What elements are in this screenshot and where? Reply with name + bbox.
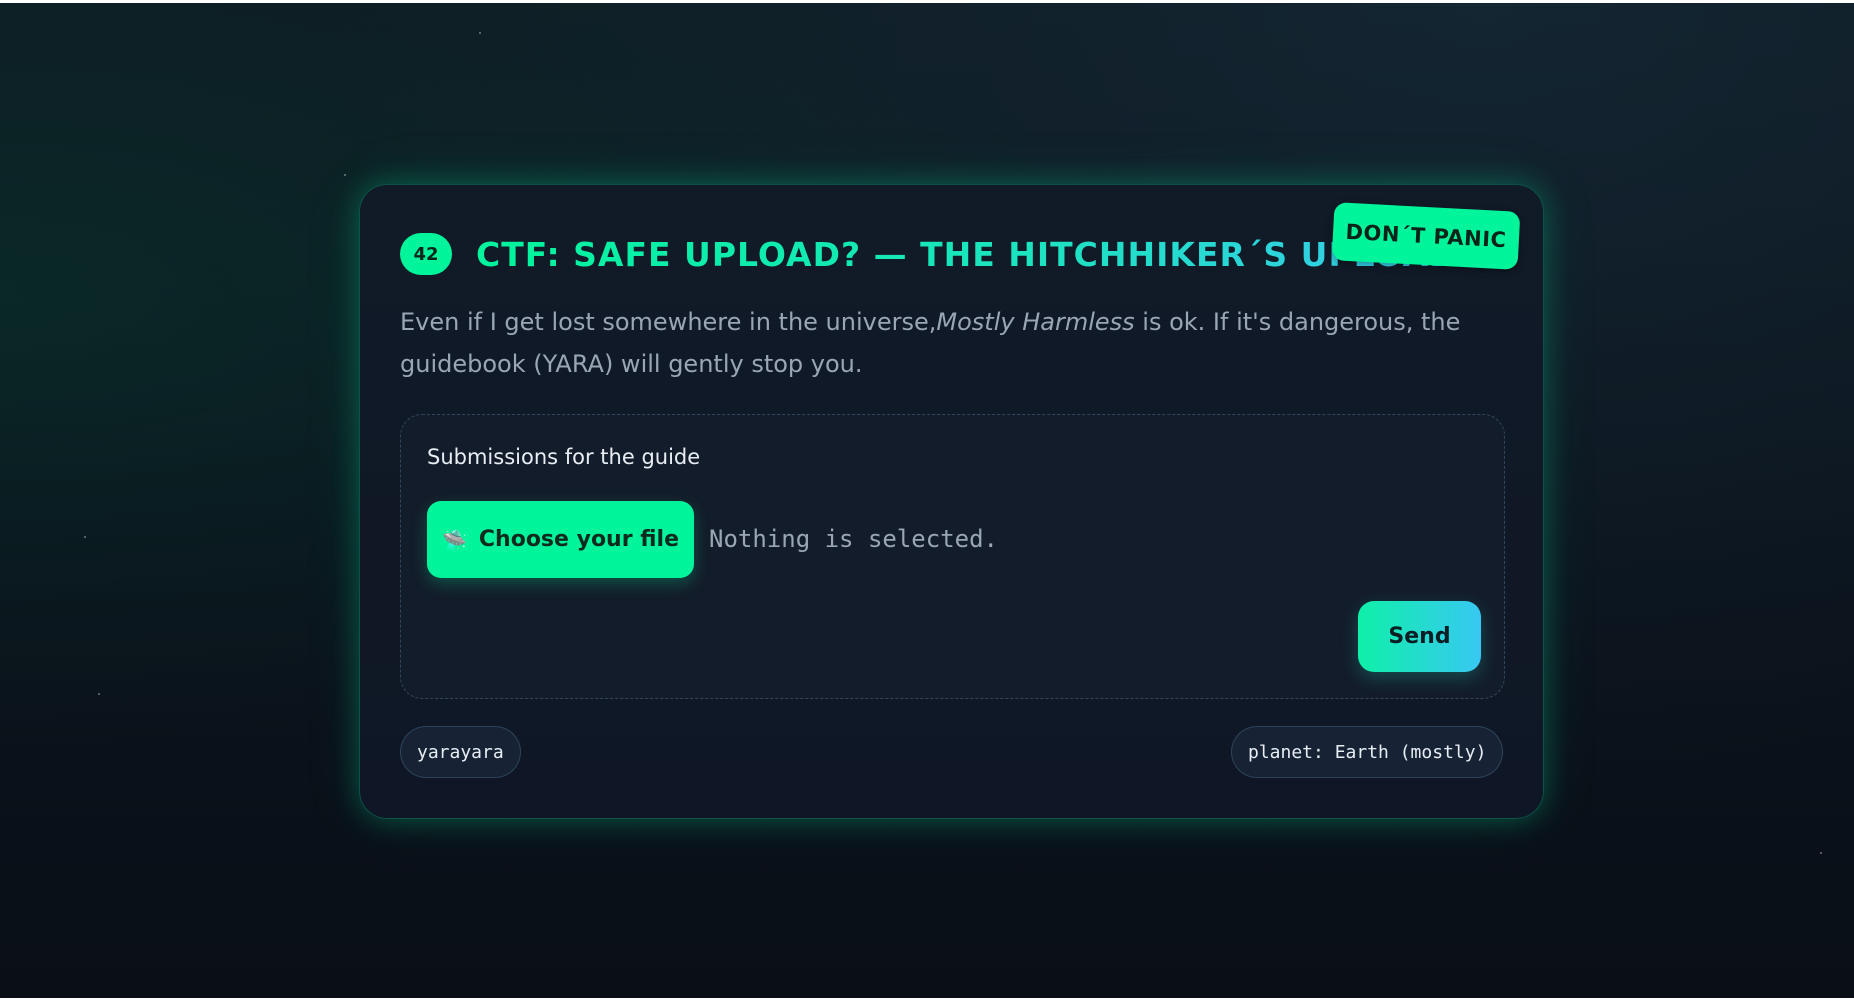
upload-form: Submissions for the guide 🛸 Choose your … xyxy=(400,414,1505,699)
ufo-icon: 🛸 xyxy=(441,527,467,552)
choose-file-label: Choose your file xyxy=(478,527,679,552)
choose-file-button[interactable]: 🛸 Choose your file xyxy=(427,501,694,578)
uploader-card: 42 CTF: SAFE UPLOAD? — THE HITCHHIKER´S … xyxy=(359,184,1544,819)
top-edge-line xyxy=(0,0,1854,3)
number-badge: 42 xyxy=(400,233,452,275)
send-button[interactable]: Send xyxy=(1358,601,1481,672)
file-status-text: Nothing is selected. xyxy=(709,525,998,553)
description-text: Even if I get lost somewhere in the univ… xyxy=(400,308,937,336)
background-star xyxy=(344,174,346,176)
tag-planet: planet: Earth (mostly) xyxy=(1231,726,1504,778)
background-star xyxy=(1820,852,1822,854)
dont-panic-sticker: DON´T PANIC xyxy=(1331,202,1521,270)
upload-label: Submissions for the guide xyxy=(427,445,701,469)
tag-yarayara: yarayara xyxy=(400,726,521,778)
description: Even if I get lost somewhere in the univ… xyxy=(400,301,1500,385)
background-star xyxy=(98,693,100,695)
background-star xyxy=(84,536,86,538)
description-emphasis: Mostly Harmless xyxy=(936,308,1135,336)
background-star xyxy=(479,32,481,34)
